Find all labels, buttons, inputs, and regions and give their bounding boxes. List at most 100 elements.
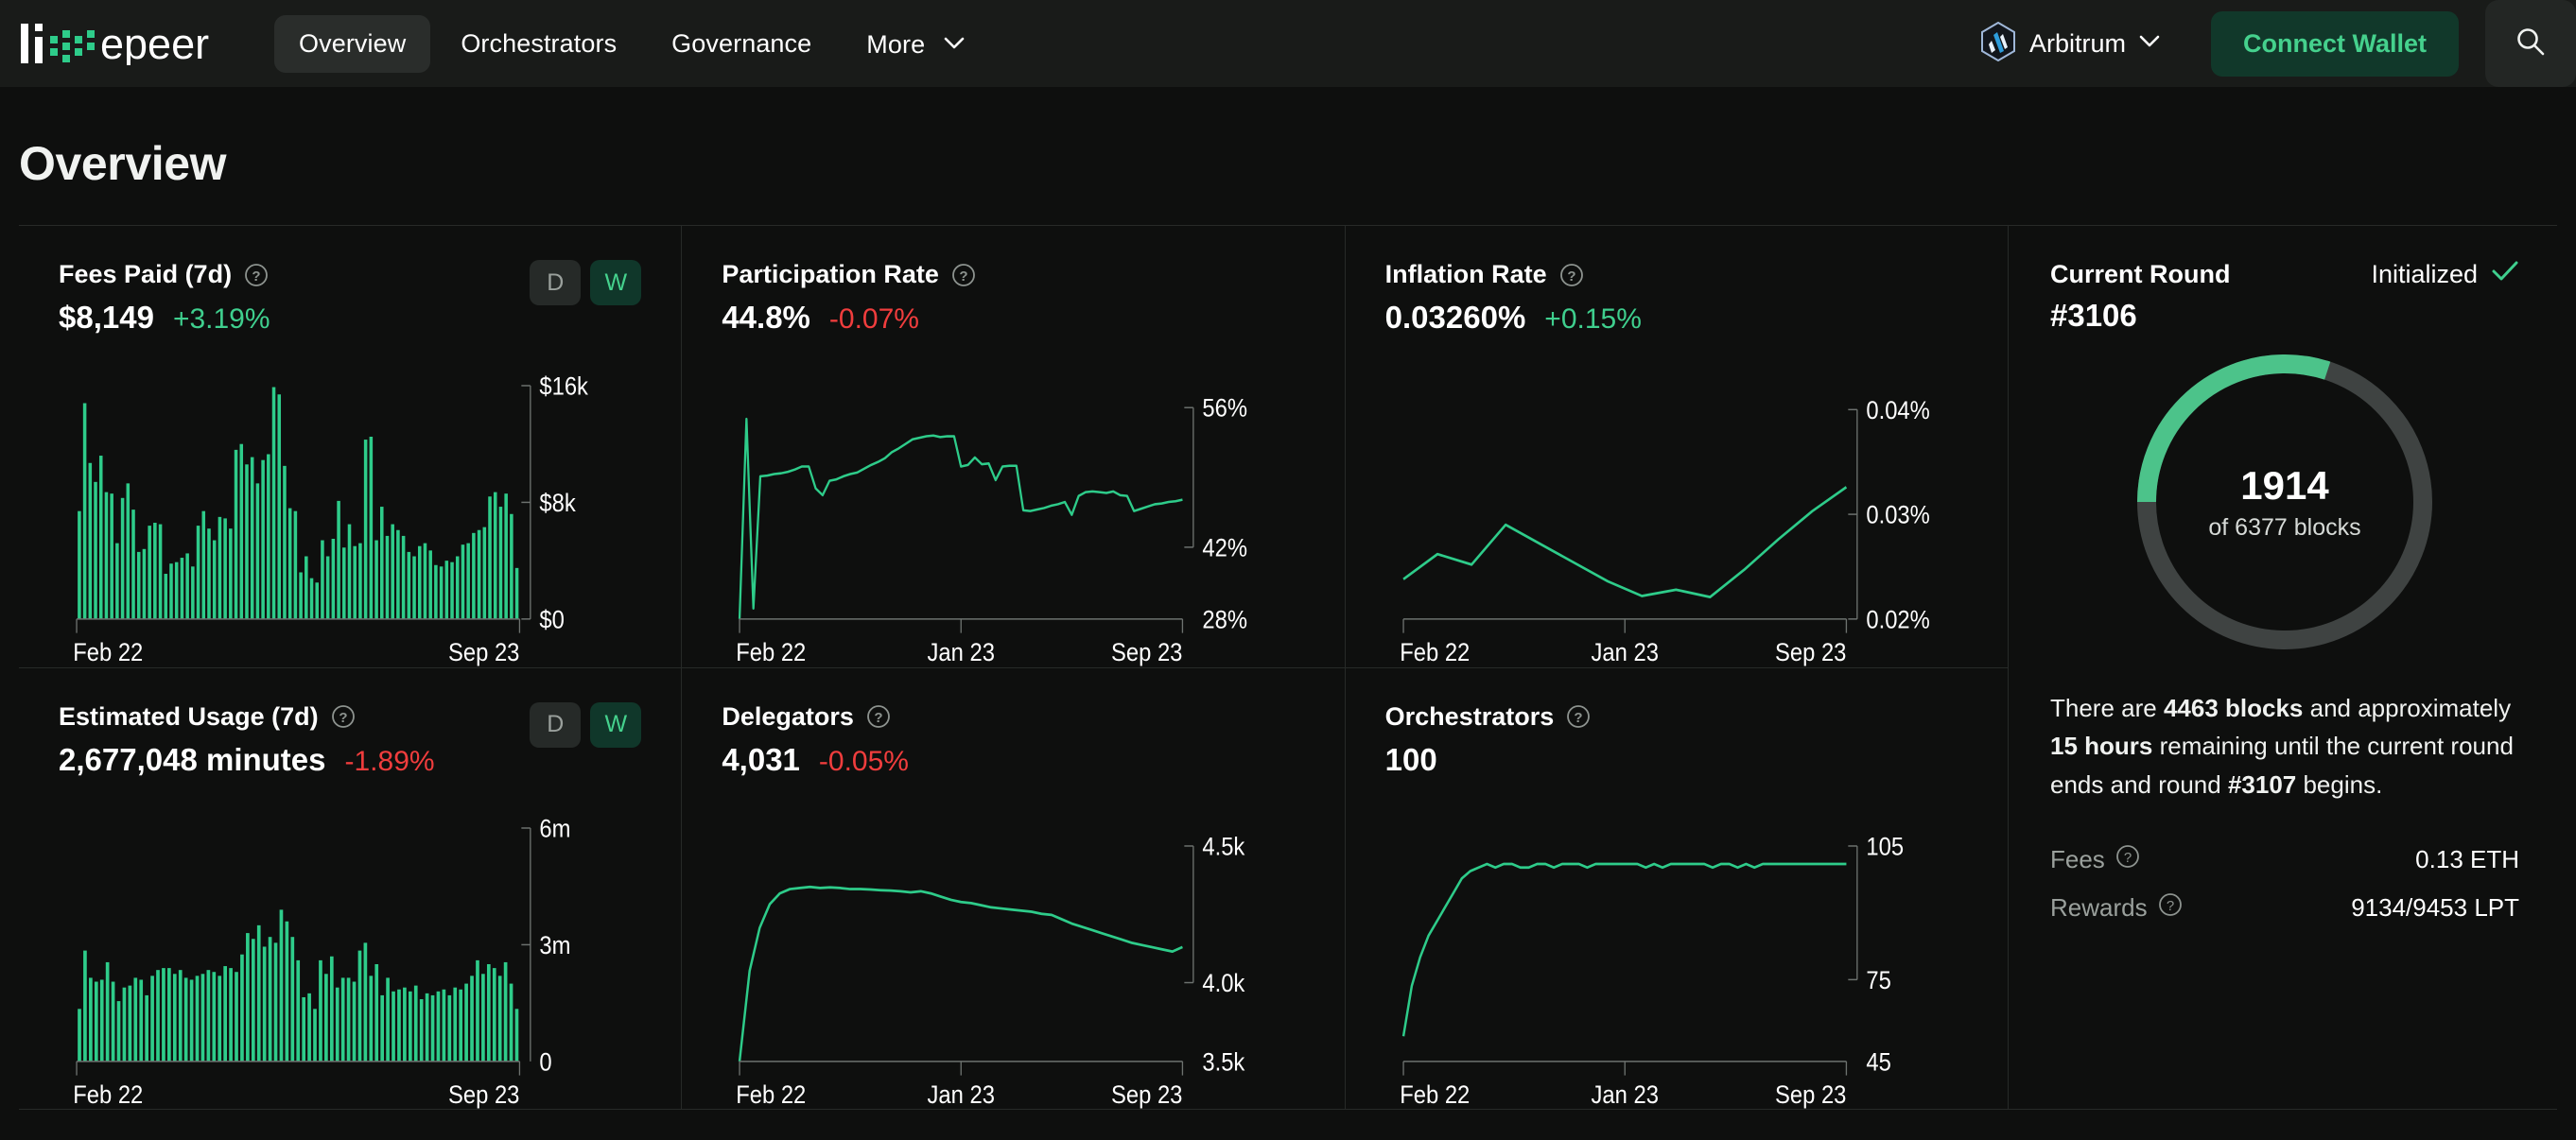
help-icon[interactable]: ? <box>2158 892 2183 924</box>
chart-svg: 56% 42% 28% Feb 22 Jan 23 Sep 23 <box>722 368 1315 667</box>
card-title-label: Estimated Usage (7d) <box>59 702 319 732</box>
bars <box>78 388 518 619</box>
chart-svg: 105 75 45 Feb 22 Jan 23 Sep 23 <box>1385 810 1979 1110</box>
x-tick-2: Sep 23 <box>1111 639 1182 666</box>
stat-row-rewards: Rewards ? 9134/9453 LPT <box>2050 884 2519 932</box>
round-stats: Fees ? 0.13 ETH Rewards ? 9134/9453 LPT <box>2050 836 2519 932</box>
search-icon <box>2515 26 2547 62</box>
card-value: 44.8% <box>722 300 810 336</box>
help-icon[interactable]: ? <box>2115 844 2140 875</box>
livepeer-logo[interactable]: epeer <box>19 21 235 66</box>
help-icon[interactable]: ? <box>1566 704 1591 729</box>
toggle-day-button[interactable]: D <box>530 260 581 305</box>
card-header: Inflation Rate ? 0.03260% +0.15% <box>1385 260 1968 336</box>
range-toggle: D W <box>530 260 641 305</box>
stat-label: Rewards <box>2050 893 2148 923</box>
bars <box>78 909 518 1061</box>
nav-item-governance[interactable]: Governance <box>647 15 836 73</box>
metrics-grid: Fees Paid (7d) ? $8,149 +3.19% D W <box>19 226 2009 1110</box>
y-tick-0: 105 <box>1866 833 1904 860</box>
stat-row-fees: Fees ? 0.13 ETH <box>2050 836 2519 884</box>
y-tick-1: 4.0k <box>1203 969 1245 996</box>
nav-item-governance-label: Governance <box>671 29 811 58</box>
arbitrum-icon <box>1980 22 2016 66</box>
card-value-row: 100 <box>1385 742 1592 778</box>
x-tick-1: Jan 23 <box>928 1081 995 1109</box>
chevron-down-icon <box>2139 35 2160 53</box>
app-header: epeer Overview Orchestrators Governance … <box>0 0 2576 87</box>
x-tick-2: Sep 23 <box>1775 639 1846 666</box>
card-delta: -0.07% <box>829 303 919 336</box>
x-tick-1: Jan 23 <box>1591 639 1658 666</box>
chart-svg: 0.04% 0.03% 0.02% Feb 22 Jan 23 Sep 23 <box>1385 368 1979 667</box>
status-badge: Initialized <box>2371 260 2519 289</box>
y-tick-0: 4.5k <box>1203 833 1245 860</box>
toggle-week-button[interactable]: W <box>590 702 641 748</box>
y-tick-0: 6m <box>539 815 570 842</box>
svg-text:?: ? <box>1575 710 1583 726</box>
y-tick-1: 42% <box>1203 534 1248 561</box>
line-series <box>740 419 1182 619</box>
chart-orchestrators: 105 75 45 Feb 22 Jan 23 Sep 23 <box>1385 810 1979 1110</box>
metric-card-delegators: Delegators ? 4,031 -0.05% <box>682 668 1345 1111</box>
help-icon[interactable]: ? <box>331 704 356 729</box>
y-tick-2: 0 <box>539 1048 551 1076</box>
card-delta: -1.89% <box>345 746 435 778</box>
card-title: Fees Paid (7d) ? <box>59 260 270 289</box>
toggle-week-button[interactable]: W <box>590 260 641 305</box>
round-progress-donut: 1914 of 6377 blocks <box>2130 347 2440 657</box>
card-title-label: Participation Rate <box>722 260 939 289</box>
card-title-label: Inflation Rate <box>1385 260 1547 289</box>
header-actions: Arbitrum Connect Wallet <box>1965 0 2576 87</box>
stat-value: 9134/9453 LPT <box>2351 893 2519 923</box>
line-series <box>1403 487 1846 596</box>
card-value: 100 <box>1385 742 1437 778</box>
card-value: 2,677,048 minutes <box>59 742 326 778</box>
card-value-row: 44.8% -0.07% <box>722 300 976 336</box>
nav-item-more-label: More <box>866 30 925 59</box>
nav-item-more[interactable]: More <box>842 13 989 74</box>
x-tick-1: Sep 23 <box>448 639 519 666</box>
card-header: Orchestrators ? 100 <box>1385 702 1968 778</box>
stat-label: Fees <box>2050 845 2105 874</box>
y-tick-0: $16k <box>539 372 588 400</box>
livepeer-logo-mark: epeer <box>19 22 235 65</box>
svg-text:?: ? <box>2166 898 2173 914</box>
card-title: Delegators ? <box>722 702 909 732</box>
help-icon[interactable]: ? <box>866 704 891 729</box>
card-title-label: Fees Paid (7d) <box>59 260 232 289</box>
card-title: Inflation Rate ? <box>1385 260 1642 289</box>
x-tick-0: Feb 22 <box>737 1081 807 1109</box>
nav-item-orchestrators[interactable]: Orchestrators <box>436 15 641 73</box>
toggle-day-button[interactable]: D <box>530 702 581 748</box>
search-button[interactable] <box>2485 0 2576 87</box>
chart-svg: $16k $8k $0 Feb 22 Sep 23 <box>59 368 653 667</box>
card-header: Fees Paid (7d) ? $8,149 +3.19% D W <box>59 260 641 336</box>
x-tick-0: Feb 22 <box>1400 639 1470 666</box>
chart-fees-paid: $16k $8k $0 Feb 22 Sep 23 <box>59 368 653 667</box>
card-value: $8,149 <box>59 300 154 336</box>
current-round-label: Current Round <box>2050 260 2230 289</box>
chevron-down-icon <box>944 27 965 57</box>
help-icon[interactable]: ? <box>244 263 269 287</box>
metric-card-fees-paid: Fees Paid (7d) ? $8,149 +3.19% D W <box>19 226 682 668</box>
card-delta: +3.19% <box>173 303 270 336</box>
chart-svg: 4.5k 4.0k 3.5k Feb 22 Jan 23 Sep 23 <box>722 810 1315 1110</box>
network-selector[interactable]: Arbitrum <box>1965 22 2175 66</box>
y-tick-2: 0.02% <box>1866 606 1929 633</box>
connect-wallet-button[interactable]: Connect Wallet <box>2211 11 2459 77</box>
overview-layout: Fees Paid (7d) ? $8,149 +3.19% D W <box>19 225 2557 1110</box>
nav-item-overview[interactable]: Overview <box>274 15 430 73</box>
card-title: Orchestrators ? <box>1385 702 1592 732</box>
desc-next-round: #3107 <box>2228 770 2296 799</box>
svg-text:?: ? <box>959 268 967 285</box>
help-icon[interactable]: ? <box>1559 263 1584 287</box>
card-value-row: 0.03260% +0.15% <box>1385 300 1642 336</box>
card-header: Participation Rate ? 44.8% -0.07% <box>722 260 1304 336</box>
card-title-label: Delegators <box>722 702 854 732</box>
line-series <box>740 887 1182 1062</box>
svg-text:?: ? <box>874 710 882 726</box>
help-icon[interactable]: ? <box>951 263 976 287</box>
card-value: 0.03260% <box>1385 300 1526 336</box>
y-tick-2: 45 <box>1866 1048 1890 1076</box>
